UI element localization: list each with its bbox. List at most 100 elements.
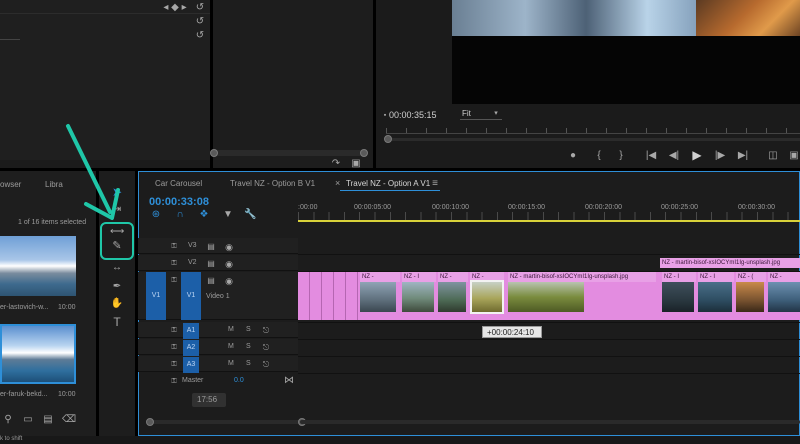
track-v3-label: V3 — [188, 242, 197, 249]
tab-travel-nz-option-b[interactable]: Travel NZ - Option B V1 — [230, 179, 315, 188]
extract-icon[interactable]: ▣ — [788, 150, 800, 162]
microphone-icon[interactable]: ⎋ — [262, 325, 270, 337]
work-area-bar[interactable] — [298, 220, 800, 222]
keyframe-nav-icon[interactable]: ◂ ◆ ▸ — [160, 2, 190, 14]
timeline-scrollbar[interactable] — [300, 420, 800, 424]
timeline-toolbar: ⊛ ∩ ❖ ▼ 🔧 — [148, 209, 298, 223]
tab-media-browser[interactable]: owser — [0, 180, 21, 189]
nest-icon[interactable]: ⊛ — [150, 209, 162, 221]
effects-scroll-left[interactable] — [210, 149, 218, 157]
sync-lock-icon[interactable]: ▤ — [206, 258, 216, 270]
new-item-icon[interactable]: ▤ — [42, 414, 54, 426]
source-row-3: ↺ — [0, 30, 210, 42]
microphone-icon[interactable]: ⎋ — [262, 359, 270, 371]
master-expand-icon[interactable]: ⋈ — [284, 375, 294, 387]
master-volume[interactable]: 0.0 — [234, 377, 244, 384]
timeline-timecode[interactable]: 00:00:33:08 — [149, 196, 209, 208]
solo-button[interactable]: S — [246, 326, 251, 333]
sync-lock-icon[interactable]: ▤ — [206, 241, 216, 253]
lock-icon[interactable]: ⚿ — [170, 342, 178, 354]
track-a2-header — [138, 339, 298, 355]
step-forward-icon[interactable]: |▶ — [714, 150, 726, 162]
lift-icon[interactable]: ◫ — [766, 150, 780, 162]
timecode-lock-icon: ▪ — [383, 112, 387, 119]
track-v2-header — [138, 255, 298, 271]
track-v2-label: V2 — [188, 259, 197, 266]
program-ruler[interactable] — [386, 128, 800, 134]
track-a3-header — [138, 356, 298, 372]
reset-icon-3[interactable]: ↺ — [194, 30, 206, 42]
solo-button[interactable]: S — [246, 360, 251, 367]
v1-thumbnails — [0, 272, 800, 320]
go-to-in-icon[interactable]: |◀ — [644, 150, 658, 162]
dropdown-field[interactable] — [0, 30, 20, 40]
tab-close-icon[interactable]: × — [335, 178, 340, 188]
active-tab-underline — [340, 190, 440, 191]
folder-icon[interactable]: ▭ — [22, 414, 34, 426]
eye-icon[interactable]: ◉ — [224, 241, 234, 253]
microphone-icon[interactable]: ⎋ — [262, 342, 270, 354]
timeline-header-scrollbar[interactable] — [150, 420, 300, 424]
clip-v2-upper[interactable]: NZ - martin-bisof-xsIOCYmI1Ig-unsplash.j… — [660, 258, 800, 268]
ruler-label: :00:00 — [298, 204, 318, 211]
master-track-label: Master — [182, 377, 204, 384]
linked-selection-icon[interactable]: ❖ — [198, 209, 210, 221]
ruler-label: 00:00:30:00 — [738, 204, 775, 211]
source-row-1: ◂ ◆ ▸ ↺ — [0, 2, 210, 14]
add-marker-icon[interactable]: ● — [568, 150, 578, 162]
clip-thumbnail — [698, 282, 732, 312]
tab-travel-nz-option-a[interactable]: Travel NZ - Option A V1 — [346, 179, 430, 188]
tab-menu-icon[interactable]: ≡ — [430, 178, 440, 190]
clip-thumbnail — [768, 282, 800, 312]
trash-icon[interactable]: ⌫ — [62, 414, 76, 426]
track-target-a1[interactable]: A1 — [183, 323, 199, 339]
mute-button[interactable]: M — [228, 343, 234, 350]
play-icon[interactable]: ▶ — [691, 149, 703, 161]
clip-thumbnail-selected[interactable] — [470, 280, 504, 314]
ruler-label: 00:00:25:00 — [661, 204, 698, 211]
chevron-down-icon: ▾ — [494, 110, 498, 117]
ruler-ticks — [298, 212, 800, 220]
effects-scroll-right[interactable] — [360, 149, 368, 157]
fit-dropdown[interactable]: Fit ▾ — [460, 109, 502, 120]
timeline-header-scroll-knob-left[interactable] — [146, 418, 154, 426]
lock-icon[interactable]: ⚿ — [170, 359, 178, 371]
clip-name-2: er-faruk-bekd... — [0, 391, 48, 398]
track-target-a2[interactable]: A2 — [183, 340, 199, 356]
track-target-a3[interactable]: A3 — [183, 357, 199, 373]
step-back-icon[interactable]: ◀| — [668, 150, 680, 162]
program-scroll-track[interactable] — [386, 138, 800, 141]
transport-controls: ● { } |◀ ◀| ▶ |▶ ▶| ◫ ▣ — [560, 149, 800, 164]
track-v3-header — [138, 238, 298, 254]
mark-in-icon[interactable]: { — [594, 150, 604, 162]
wrench-icon[interactable]: 🔧 — [244, 209, 256, 221]
reset-icon[interactable]: ↺ — [194, 2, 206, 14]
go-to-out-icon[interactable]: ▶| — [736, 150, 750, 162]
mute-button[interactable]: M — [228, 326, 234, 333]
status-bar: k to shift — [0, 436, 800, 444]
source-row-2: ↺ — [0, 16, 210, 28]
track-a1-header — [138, 322, 298, 338]
lock-icon[interactable]: ⚿ — [170, 376, 178, 388]
zoom-indicator: 17:56 — [192, 393, 226, 407]
mark-out-icon[interactable]: } — [616, 150, 626, 162]
lock-icon[interactable]: ⚿ — [170, 325, 178, 337]
ruler-label: 00:00:20:00 — [585, 204, 622, 211]
lock-icon[interactable]: ⚿ — [170, 241, 178, 253]
reset-icon-2[interactable]: ↺ — [194, 16, 206, 28]
tab-car-carousel[interactable]: Car Carousel — [155, 179, 202, 188]
program-scroll-knob[interactable] — [384, 135, 392, 143]
lock-icon[interactable]: ⚿ — [170, 258, 178, 270]
program-timecode[interactable]: 00:00:35:15 — [389, 110, 437, 120]
mute-button[interactable]: M — [228, 360, 234, 367]
effects-panel — [213, 0, 373, 168]
snap-icon[interactable]: ∩ — [174, 209, 186, 221]
clip-thumbnail — [360, 282, 396, 312]
search-icon[interactable]: ⚲ — [2, 414, 14, 426]
video-image-right — [696, 0, 800, 36]
eye-icon[interactable]: ◉ — [224, 258, 234, 270]
clip-thumbnail-2[interactable] — [0, 324, 76, 384]
effects-scrollbar[interactable] — [214, 150, 364, 156]
solo-button[interactable]: S — [246, 343, 251, 350]
add-marker-timeline-icon[interactable]: ▼ — [222, 209, 234, 221]
